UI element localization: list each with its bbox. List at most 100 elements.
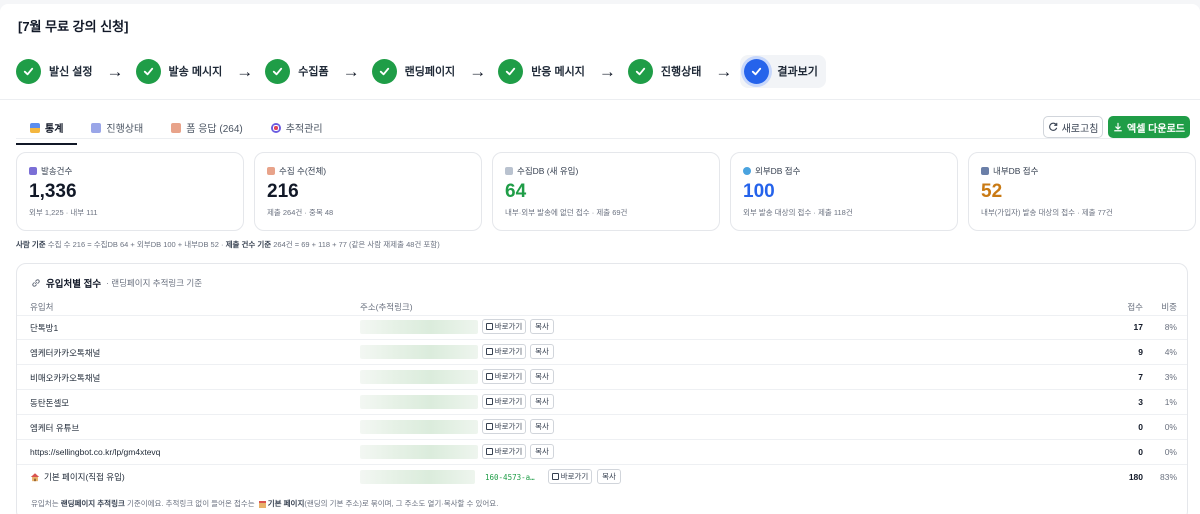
copy-button[interactable]: 복사 — [530, 394, 554, 409]
go-button[interactable]: 바로가기 — [482, 419, 526, 434]
tab-progress[interactable]: 진행상태 — [77, 114, 157, 145]
people-icon — [981, 167, 989, 175]
step-progress: 발신 설정 → 발송 메시지 → 수집폼 → 랜딩페이지 → 반응 메시지 → … — [16, 54, 826, 88]
step-send-message[interactable]: 발송 메시지 — [135, 58, 223, 84]
go-button[interactable]: 바로가기 — [482, 319, 526, 334]
go-label: 바로가기 — [494, 397, 523, 406]
table-row: 동탄돈셀모 바로가기 복사 3 1% — [17, 390, 1187, 414]
column-header-address: 주소(추적링크) — [360, 302, 413, 312]
redacted-link — [360, 445, 478, 459]
go-button[interactable]: 바로가기 — [482, 444, 526, 459]
stat-cards: 발송건수 1,336 외부 1,225 · 내부 111 수집 수(전체) 21… — [16, 152, 1196, 231]
step-progress-status[interactable]: 진행상태 — [627, 58, 702, 84]
excel-download-label: 엑셀 다운로드 — [1127, 123, 1185, 135]
tab-stats[interactable]: 통계 — [16, 114, 78, 145]
go-label: 바로가기 — [494, 347, 523, 356]
step-landing-page[interactable]: 랜딩페이지 — [371, 58, 455, 84]
card-label: 내부DB 접수 — [993, 166, 1039, 176]
copy-button[interactable]: 복사 — [597, 469, 621, 484]
basis-note: 사람 기준 수집 수 216 = 수집DB 64 + 외부DB 100 + 내부… — [16, 239, 440, 250]
tab-bar: 통계 진행상태 폼 응답 (264) 추적관리 — [16, 114, 337, 145]
tabs-underline — [16, 138, 1186, 139]
go-label: 바로가기 — [494, 372, 523, 381]
ratio-value: 8% — [1164, 322, 1177, 332]
copy-button[interactable]: 복사 — [530, 369, 554, 384]
excel-download-button[interactable]: 엑셀 다운로드 — [1108, 116, 1190, 138]
copy-button[interactable]: 복사 — [530, 344, 554, 359]
card-label: 외부DB 접수 — [755, 166, 801, 176]
copy-button[interactable]: 복사 — [530, 444, 554, 459]
redacted-link — [360, 470, 475, 484]
source-name: 엠케터카카오톡채널 — [30, 348, 101, 358]
ratio-value: 0% — [1164, 422, 1177, 432]
copy-label: 복사 — [535, 372, 549, 381]
go-label: 바로가기 — [494, 447, 523, 456]
card-label: 수집DB (새 유입) — [517, 166, 579, 176]
count-value: 180 — [1128, 472, 1143, 482]
stat-card-collected: 수집 수(전체) 216 제출 264건 · 중복 48 — [254, 152, 482, 231]
card-sub: 외부 1,225 · 내부 111 — [29, 208, 98, 217]
check-icon — [135, 58, 161, 84]
ratio-value: 1% — [1164, 397, 1177, 407]
check-icon — [371, 58, 397, 84]
copy-label: 복사 — [535, 422, 549, 431]
external-link-icon — [485, 448, 493, 455]
tab-label: 통계 — [45, 124, 64, 135]
ratio-value: 4% — [1164, 347, 1177, 357]
external-link-icon — [485, 348, 493, 355]
card-label: 수집 수(전체) — [279, 166, 327, 176]
tab-tracking[interactable]: 추적관리 — [257, 114, 337, 145]
step-label: 결과보기 — [777, 66, 818, 78]
stat-card-sent: 발송건수 1,336 외부 1,225 · 내부 111 — [16, 152, 244, 231]
copy-label: 복사 — [535, 397, 549, 406]
source-panel: 유입처별 접수 · 랜딩페이지 추적링크 기준 유입처 주소(추적링크) 접수 … — [16, 263, 1188, 514]
tab-label: 진행상태 — [106, 124, 144, 135]
stat-card-external-db: 외부DB 접수 100 외부 발송 대상의 접수 · 제출 118건 — [730, 152, 958, 231]
redacted-link — [360, 420, 478, 434]
external-link-icon — [485, 398, 493, 405]
go-button[interactable]: 바로가기 — [548, 469, 592, 484]
step-results[interactable]: 결과보기 — [740, 54, 826, 88]
card-value: 1,336 — [29, 181, 77, 202]
check-icon — [498, 58, 524, 84]
table-row: 엠케터 유튜브 바로가기 복사 0 0% — [17, 415, 1187, 439]
tab-label: 추적관리 — [285, 124, 323, 135]
refresh-icon — [1048, 122, 1057, 131]
external-link-icon — [485, 423, 493, 430]
go-button[interactable]: 바로가기 — [482, 344, 526, 359]
copy-button[interactable]: 복사 — [530, 419, 554, 434]
step-response-message[interactable]: 반응 메시지 — [498, 58, 585, 84]
go-button[interactable]: 바로가기 — [482, 369, 526, 384]
card-value: 100 — [743, 181, 775, 202]
table-row: https://sellingbot.co.kr/lp/gm4xtevq 바로가… — [17, 440, 1187, 464]
stat-card-internal-db: 내부DB 접수 52 내부(가입자) 발송 대상의 접수 · 제출 77건 — [968, 152, 1196, 231]
link-text: 160-4573-a… — [485, 473, 535, 482]
step-label: 진행상태 — [660, 66, 702, 78]
step-label: 발송 메시지 — [168, 66, 223, 78]
check-icon — [265, 58, 291, 84]
footer-bold: 랜딩페이지 추적링크 — [60, 499, 125, 508]
source-name: 동탄돈셀모 — [30, 398, 70, 408]
copy-button[interactable]: 복사 — [530, 319, 554, 334]
panel-title-text: 유입처별 접수 — [46, 279, 102, 290]
arrow-right-icon: → — [469, 61, 487, 81]
step-collect-form[interactable]: 수집폼 — [265, 58, 329, 84]
panel-title: 유입처별 접수 · 랜딩페이지 추적링크 기준 — [31, 276, 202, 290]
go-button[interactable]: 바로가기 — [482, 394, 526, 409]
count-value: 0 — [1138, 422, 1143, 432]
tab-form-responses[interactable]: 폼 응답 (264) — [157, 114, 257, 145]
redacted-link — [360, 395, 478, 409]
copy-label: 복사 — [535, 347, 549, 356]
source-name: 엠케터 유튜브 — [30, 423, 80, 433]
refresh-button[interactable]: 새로고침 — [1043, 116, 1103, 138]
redacted-link — [360, 320, 478, 334]
arrow-right-icon: → — [715, 61, 733, 81]
send-icon — [29, 167, 37, 175]
footer-text: 기준이에요. 추적링크 없이 들어온 접수는 — [124, 499, 257, 508]
step-send-setting[interactable]: 발신 설정 — [16, 58, 93, 84]
footer-bold: 기본 페이지 — [267, 499, 305, 508]
count-value: 0 — [1138, 447, 1143, 457]
panel-subtitle: · 랜딩페이지 추적링크 기준 — [106, 278, 203, 288]
check-icon — [16, 58, 41, 84]
count-value: 9 — [1138, 347, 1143, 357]
